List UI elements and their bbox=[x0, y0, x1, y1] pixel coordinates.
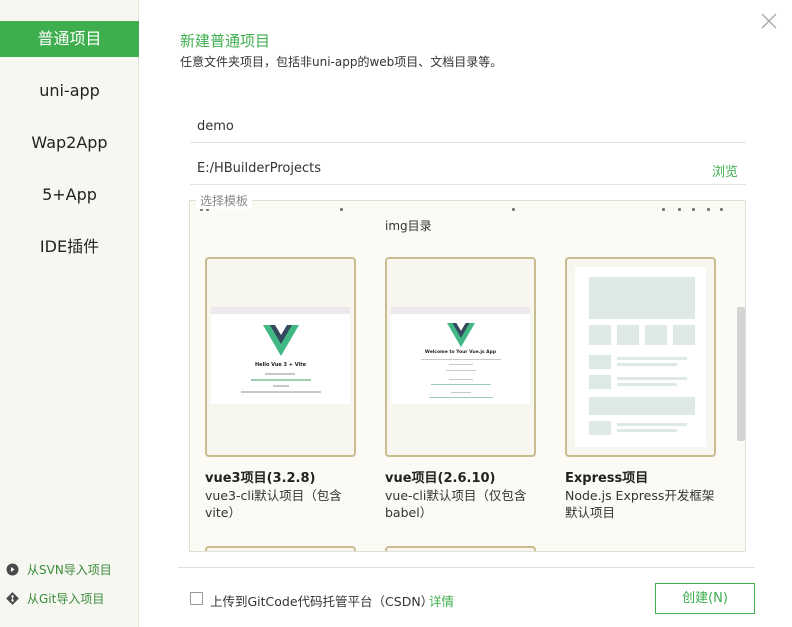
template-card-vue3[interactable]: Hello Vue 3 + Vite bbox=[205, 257, 356, 457]
import-svn-label: 从SVN导入项目 bbox=[27, 563, 112, 577]
create-button[interactable]: 创建(N) bbox=[655, 583, 755, 614]
git-icon bbox=[6, 592, 19, 605]
template-desc-vue3: vue3-cli默认项目（包含vite） bbox=[205, 488, 342, 520]
project-name-field[interactable]: demo bbox=[190, 111, 746, 143]
vue3-preview-title: Hello Vue 3 + Vite bbox=[255, 362, 306, 368]
clipped-text-row bbox=[200, 201, 730, 213]
sidebar-item-5plus-app[interactable]: 5+App bbox=[0, 177, 139, 213]
svn-icon bbox=[6, 563, 19, 576]
template-card-next-2[interactable] bbox=[385, 546, 536, 551]
template-list[interactable]: img目录 Hello Vue 3 + Vite vue3项目(3.2.8) v… bbox=[189, 200, 746, 552]
template-card-vue2[interactable]: Welcome to Your Vue.js App bbox=[385, 257, 536, 457]
template-desc-vue2: vue-cli默认项目（仅包含babel） bbox=[385, 488, 527, 520]
page-title: 新建普通项目 bbox=[180, 32, 271, 50]
template-desc-express: Node.js Express开发框架默认项目 bbox=[565, 488, 715, 520]
page-subtitle: 任意文件夹项目，包括非uni-app的web项目、文档目录等。 bbox=[180, 55, 503, 69]
upload-gitcode-checkbox[interactable] bbox=[190, 592, 203, 605]
sidebar-item-uni-app[interactable]: uni-app bbox=[0, 73, 139, 109]
template-card-next-1[interactable] bbox=[205, 546, 356, 551]
vue3-preview-image: Hello Vue 3 + Vite bbox=[211, 307, 350, 404]
import-svn-link[interactable]: 从SVN导入项目 bbox=[6, 561, 112, 578]
import-git-label: 从Git导入项目 bbox=[27, 592, 105, 606]
import-git-link[interactable]: 从Git导入项目 bbox=[6, 590, 104, 607]
sidebar-item-wap2app[interactable]: Wap2App bbox=[0, 125, 139, 161]
template-scrollbar[interactable] bbox=[737, 307, 745, 441]
project-location-value: E:/HBuilderProjects bbox=[197, 161, 321, 176]
sidebar-item-normal-project[interactable]: 普通项目 bbox=[0, 21, 139, 57]
details-link[interactable]: 详情 bbox=[429, 591, 454, 610]
browse-button[interactable]: 浏览 bbox=[712, 161, 738, 180]
template-title-vue3: vue3项目(3.2.8) bbox=[205, 471, 316, 486]
express-preview-image bbox=[575, 267, 706, 447]
vue-logo-icon bbox=[447, 323, 475, 348]
project-location-field[interactable]: E:/HBuilderProjects 浏览 bbox=[190, 153, 746, 185]
vue-logo-icon bbox=[263, 325, 299, 356]
close-button[interactable] bbox=[760, 12, 778, 30]
sidebar: 普通项目 uni-app Wap2App 5+App IDE插件 从SVN导入项… bbox=[0, 0, 139, 627]
vue2-preview-image: Welcome to Your Vue.js App bbox=[391, 307, 530, 404]
template-note-text: img目录 bbox=[385, 219, 432, 233]
template-title-express: Express项目 bbox=[565, 471, 649, 486]
vue2-preview-title: Welcome to Your Vue.js App bbox=[424, 350, 497, 355]
template-title-vue2: vue项目(2.6.10) bbox=[385, 471, 496, 486]
upload-gitcode-label: 上传到GitCode代码托管平台（CSDN） bbox=[210, 594, 434, 609]
project-name-value: demo bbox=[197, 119, 234, 134]
sidebar-item-ide-plugin[interactable]: IDE插件 bbox=[0, 229, 139, 265]
close-icon bbox=[761, 13, 777, 29]
template-group-label: 选择模板 bbox=[196, 192, 253, 209]
footer-divider bbox=[178, 567, 755, 568]
template-card-express[interactable] bbox=[565, 257, 716, 457]
